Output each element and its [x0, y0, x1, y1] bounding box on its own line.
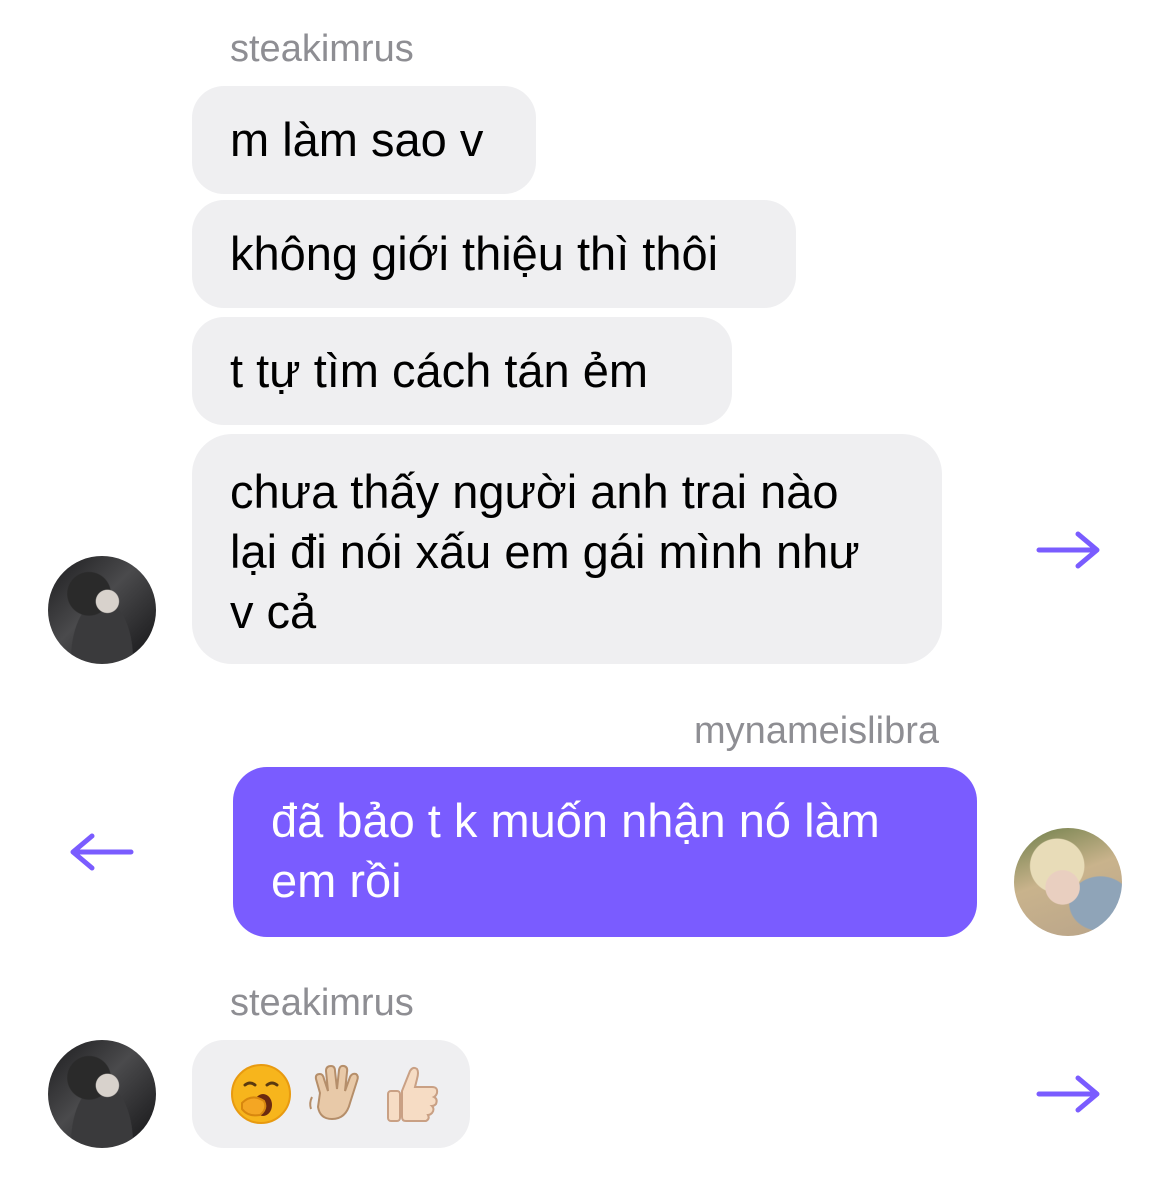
- message-bubble[interactable]: m làm sao v: [192, 86, 536, 194]
- arrow-left-icon[interactable]: [68, 832, 134, 872]
- message-text-line: lại đi nói xấu em gái mình như: [230, 525, 860, 578]
- message-text-line: v cả: [230, 585, 317, 638]
- sender-name: mynameislibra: [694, 710, 939, 752]
- avatar[interactable]: [48, 1040, 156, 1148]
- message-bubble-outgoing[interactable]: đã bảo t k muốn nhận nó làm em rồi: [233, 767, 977, 937]
- message-text-line: đã bảo t k muốn nhận nó làm: [271, 794, 880, 847]
- avatar[interactable]: [1014, 828, 1122, 936]
- sender-name: steakimrus: [230, 982, 414, 1024]
- message-text-line: chưa thấy người anh trai nào: [230, 465, 839, 518]
- message-text: t tự tìm cách tán ẻm: [230, 344, 649, 397]
- message-text: không giới thiệu thì thôi: [230, 227, 719, 280]
- thumbs-up-icon: [387, 1066, 439, 1122]
- sender-name: steakimrus: [230, 28, 414, 70]
- message-text: m làm sao v: [230, 113, 484, 166]
- message-bubble[interactable]: chưa thấy người anh trai nào lại đi nói …: [192, 434, 942, 664]
- arrow-right-icon[interactable]: [1036, 1074, 1102, 1114]
- message-text-line: em rồi: [271, 854, 402, 907]
- waving-hand-icon: [309, 1064, 359, 1121]
- avatar[interactable]: [48, 556, 156, 664]
- message-bubble[interactable]: không giới thiệu thì thôi: [192, 200, 796, 308]
- yawning-face-icon: [231, 1064, 291, 1124]
- message-bubble[interactable]: t tự tìm cách tán ẻm: [192, 317, 732, 425]
- message-bubble-emoji[interactable]: [192, 1040, 470, 1148]
- arrow-right-icon[interactable]: [1036, 530, 1102, 570]
